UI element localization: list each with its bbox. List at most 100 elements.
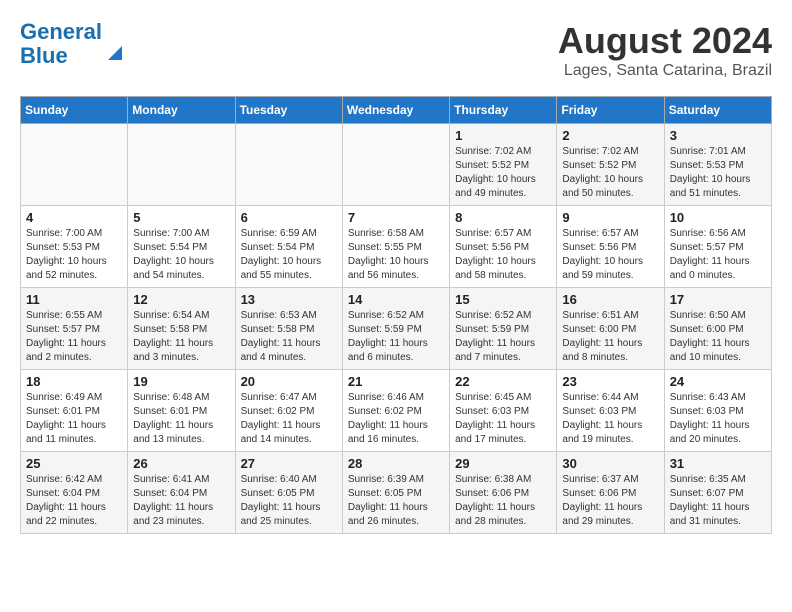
weekday-header-monday: Monday [128,97,235,124]
calendar-cell: 3 Sunrise: 7:01 AM Sunset: 5:53 PM Daylig… [664,124,771,206]
calendar-cell: 8 Sunrise: 6:57 AM Sunset: 5:56 PM Daylig… [450,206,557,288]
logo-text: GeneralBlue [20,20,102,68]
day-detail: Sunrise: 6:35 AM Sunset: 6:07 PM Dayligh… [670,473,766,529]
day-number: 8 [455,210,551,225]
calendar-cell: 26 Sunrise: 6:41 AM Sunset: 6:04 PM Dayli… [128,452,235,534]
day-number: 12 [133,292,229,307]
day-detail: Sunrise: 6:52 AM Sunset: 5:59 PM Dayligh… [455,309,551,365]
calendar-cell: 30 Sunrise: 6:37 AM Sunset: 6:06 PM Dayli… [557,452,664,534]
calendar-cell: 18 Sunrise: 6:49 AM Sunset: 6:01 PM Dayli… [21,370,128,452]
day-number: 20 [241,374,337,389]
day-number: 11 [26,292,122,307]
day-number: 28 [348,456,444,471]
day-detail: Sunrise: 6:48 AM Sunset: 6:01 PM Dayligh… [133,391,229,447]
weekday-header-wednesday: Wednesday [342,97,449,124]
weekday-header-saturday: Saturday [664,97,771,124]
day-number: 4 [26,210,122,225]
day-detail: Sunrise: 6:50 AM Sunset: 6:00 PM Dayligh… [670,309,766,365]
day-number: 13 [241,292,337,307]
title-block: August 2024 Lages, Santa Catarina, Brazi… [558,20,772,80]
day-detail: Sunrise: 6:57 AM Sunset: 5:56 PM Dayligh… [455,227,551,283]
logo: GeneralBlue [20,20,126,68]
calendar-cell: 24 Sunrise: 6:43 AM Sunset: 6:03 PM Dayli… [664,370,771,452]
week-row-5: 25 Sunrise: 6:42 AM Sunset: 6:04 PM Dayli… [21,452,772,534]
calendar-cell: 23 Sunrise: 6:44 AM Sunset: 6:03 PM Dayli… [557,370,664,452]
day-number: 2 [562,128,658,143]
calendar-cell: 21Sunrise: 6:46 AM Sunset: 6:02 PM Dayli… [342,370,449,452]
calendar-cell: 11 Sunrise: 6:55 AM Sunset: 5:57 PM Dayli… [21,288,128,370]
day-number: 1 [455,128,551,143]
calendar-table: SundayMondayTuesdayWednesdayThursdayFrid… [20,96,772,534]
day-detail: Sunrise: 6:43 AM Sunset: 6:03 PM Dayligh… [670,391,766,447]
day-detail: Sunrise: 7:02 AM Sunset: 5:52 PM Dayligh… [562,145,658,201]
calendar-cell: 9 Sunrise: 6:57 AM Sunset: 5:56 PM Daylig… [557,206,664,288]
day-detail: Sunrise: 6:46 AM Sunset: 6:02 PM Dayligh… [348,391,444,447]
day-detail: Sunrise: 6:42 AM Sunset: 6:04 PM Dayligh… [26,473,122,529]
week-row-1: 1 Sunrise: 7:02 AM Sunset: 5:52 PM Daylig… [21,124,772,206]
day-detail: Sunrise: 6:45 AM Sunset: 6:03 PM Dayligh… [455,391,551,447]
calendar-cell: 10Sunrise: 6:56 AM Sunset: 5:57 PM Dayli… [664,206,771,288]
day-number: 31 [670,456,766,471]
day-number: 7 [348,210,444,225]
day-detail: Sunrise: 7:00 AM Sunset: 5:53 PM Dayligh… [26,227,122,283]
calendar-cell: 19 Sunrise: 6:48 AM Sunset: 6:01 PM Dayli… [128,370,235,452]
day-detail: Sunrise: 6:53 AM Sunset: 5:58 PM Dayligh… [241,309,337,365]
day-detail: Sunrise: 6:57 AM Sunset: 5:56 PM Dayligh… [562,227,658,283]
day-number: 22 [455,374,551,389]
day-number: 25 [26,456,122,471]
calendar-cell: 7 Sunrise: 6:58 AM Sunset: 5:55 PM Daylig… [342,206,449,288]
day-detail: Sunrise: 6:59 AM Sunset: 5:54 PM Dayligh… [241,227,337,283]
day-detail: Sunrise: 7:01 AM Sunset: 5:53 PM Dayligh… [670,145,766,201]
day-detail: Sunrise: 6:37 AM Sunset: 6:06 PM Dayligh… [562,473,658,529]
day-detail: Sunrise: 6:39 AM Sunset: 6:05 PM Dayligh… [348,473,444,529]
day-detail: Sunrise: 6:56 AM Sunset: 5:57 PM Dayligh… [670,227,766,283]
calendar-cell: 5Sunrise: 7:00 AM Sunset: 5:54 PM Daylig… [128,206,235,288]
weekday-header-sunday: Sunday [21,97,128,124]
weekday-header-tuesday: Tuesday [235,97,342,124]
calendar-cell: 29 Sunrise: 6:38 AM Sunset: 6:06 PM Dayli… [450,452,557,534]
calendar-cell: 2 Sunrise: 7:02 AM Sunset: 5:52 PM Daylig… [557,124,664,206]
week-row-4: 18 Sunrise: 6:49 AM Sunset: 6:01 PM Dayli… [21,370,772,452]
day-number: 24 [670,374,766,389]
day-number: 18 [26,374,122,389]
calendar-cell [21,124,128,206]
day-detail: Sunrise: 6:49 AM Sunset: 6:01 PM Dayligh… [26,391,122,447]
calendar-cell [128,124,235,206]
day-number: 15 [455,292,551,307]
calendar-cell: 4 Sunrise: 7:00 AM Sunset: 5:53 PM Daylig… [21,206,128,288]
calendar-cell: 16 Sunrise: 6:51 AM Sunset: 6:00 PM Dayli… [557,288,664,370]
location-subtitle: Lages, Santa Catarina, Brazil [558,62,772,80]
day-detail: Sunrise: 6:58 AM Sunset: 5:55 PM Dayligh… [348,227,444,283]
calendar-cell: 31 Sunrise: 6:35 AM Sunset: 6:07 PM Dayli… [664,452,771,534]
calendar-cell: 1Sunrise: 7:02 AM Sunset: 5:52 PM Daylig… [450,124,557,206]
day-detail: Sunrise: 6:55 AM Sunset: 5:57 PM Dayligh… [26,309,122,365]
calendar-cell: 6 Sunrise: 6:59 AM Sunset: 5:54 PM Daylig… [235,206,342,288]
week-row-3: 11 Sunrise: 6:55 AM Sunset: 5:57 PM Dayli… [21,288,772,370]
calendar-cell: 15 Sunrise: 6:52 AM Sunset: 5:59 PM Dayli… [450,288,557,370]
calendar-cell: 12 Sunrise: 6:54 AM Sunset: 5:58 PM Dayli… [128,288,235,370]
calendar-cell: 22 Sunrise: 6:45 AM Sunset: 6:03 PM Dayli… [450,370,557,452]
day-number: 30 [562,456,658,471]
day-number: 3 [670,128,766,143]
day-detail: Sunrise: 6:51 AM Sunset: 6:00 PM Dayligh… [562,309,658,365]
calendar-cell [235,124,342,206]
day-number: 29 [455,456,551,471]
day-number: 14 [348,292,444,307]
day-number: 26 [133,456,229,471]
calendar-cell: 13 Sunrise: 6:53 AM Sunset: 5:58 PM Dayli… [235,288,342,370]
day-number: 6 [241,210,337,225]
day-detail: Sunrise: 6:41 AM Sunset: 6:04 PM Dayligh… [133,473,229,529]
week-row-2: 4 Sunrise: 7:00 AM Sunset: 5:53 PM Daylig… [21,206,772,288]
page-header: GeneralBlue August 2024 Lages, Santa Cat… [20,20,772,80]
weekday-header-thursday: Thursday [450,97,557,124]
day-detail: Sunrise: 6:44 AM Sunset: 6:03 PM Dayligh… [562,391,658,447]
calendar-body: 1 Sunrise: 7:02 AM Sunset: 5:52 PM Daylig… [21,124,772,534]
day-number: 23 [562,374,658,389]
day-detail: Sunrise: 6:54 AM Sunset: 5:58 PM Dayligh… [133,309,229,365]
day-detail: Sunrise: 6:52 AM Sunset: 5:59 PM Dayligh… [348,309,444,365]
day-number: 9 [562,210,658,225]
day-number: 16 [562,292,658,307]
day-number: 19 [133,374,229,389]
day-detail: Sunrise: 6:38 AM Sunset: 6:06 PM Dayligh… [455,473,551,529]
calendar-cell [342,124,449,206]
